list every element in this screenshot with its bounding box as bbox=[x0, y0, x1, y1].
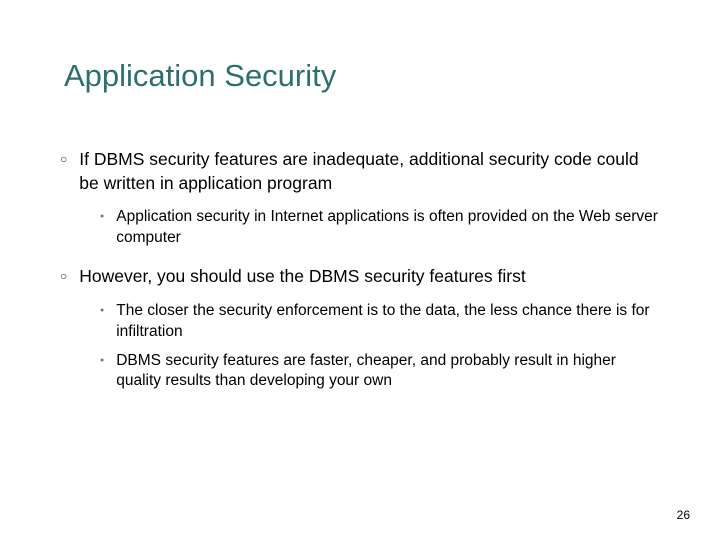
sub-list-item: ● The closer the security enforcement is… bbox=[100, 301, 660, 343]
sub-list-item: ● DBMS security features are faster, che… bbox=[100, 351, 660, 393]
dot-bullet-icon: ● bbox=[100, 307, 104, 314]
list-item-text: However, you should use the DBMS securit… bbox=[79, 265, 525, 289]
slide-content: ○ If DBMS security features are inadequa… bbox=[60, 94, 660, 392]
sub-list-item: ● Application security in Internet appli… bbox=[100, 207, 660, 249]
dot-bullet-icon: ● bbox=[100, 357, 104, 364]
sub-list-item-text: Application security in Internet applica… bbox=[116, 207, 660, 249]
circle-bullet-icon: ○ bbox=[60, 152, 67, 166]
slide-title: Application Security bbox=[60, 0, 660, 94]
page-number: 26 bbox=[677, 508, 690, 522]
list-item: ○ However, you should use the DBMS secur… bbox=[60, 265, 660, 289]
list-item-text: If DBMS security features are inadequate… bbox=[79, 148, 660, 195]
slide: Application Security ○ If DBMS security … bbox=[0, 0, 720, 540]
sub-list-item-text: DBMS security features are faster, cheap… bbox=[116, 351, 660, 393]
sub-list: ● The closer the security enforcement is… bbox=[60, 301, 660, 393]
dot-bullet-icon: ● bbox=[100, 213, 104, 220]
sub-list-item-text: The closer the security enforcement is t… bbox=[116, 301, 660, 343]
circle-bullet-icon: ○ bbox=[60, 269, 67, 283]
list-item: ○ If DBMS security features are inadequa… bbox=[60, 148, 660, 195]
sub-list: ● Application security in Internet appli… bbox=[60, 207, 660, 249]
